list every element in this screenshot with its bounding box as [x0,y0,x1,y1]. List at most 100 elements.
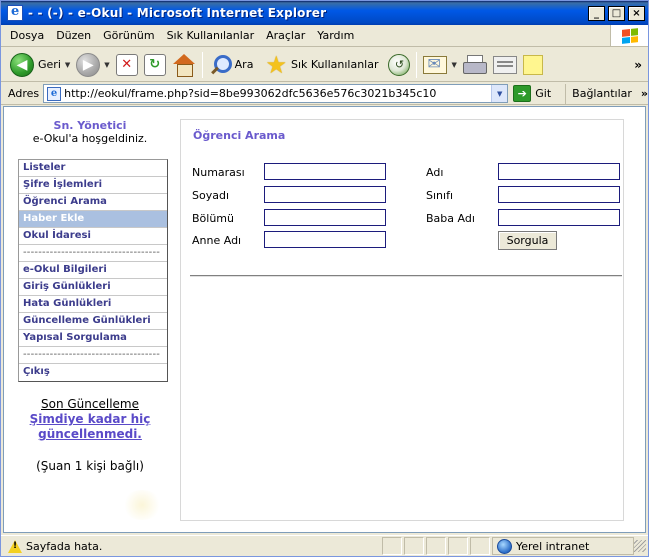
mail-button[interactable]: ▼ [420,50,459,80]
close-button[interactable]: × [628,5,645,21]
zone-label: Yerel intranet [516,539,590,553]
sidebar-item-ogrenci-arama[interactable]: Öğrenci Arama [19,194,167,211]
last-update-link[interactable]: Şimdiye kadar hiç güncellenmedi. [4,412,176,442]
sidebar-item-e-okul-bilgileri[interactable]: e-Okul Bilgileri [19,262,167,279]
status-bar: Sayfada hata. Yerel intranet [1,535,648,556]
forward-button[interactable]: ▶ ▼ [73,50,112,80]
menu-araclar[interactable]: Araçlar [260,29,311,42]
status-cell [404,537,424,555]
print-button[interactable] [460,50,490,80]
toolbar: ◀ Geri ▼ ▶ ▼ ✕ ↻ Ara ★ Sık Kullanılanlar… [1,48,648,82]
status-cell [470,537,490,555]
sidebar-item-cikis[interactable]: Çıkış [19,364,167,381]
go-label: Git [535,87,552,100]
bolum-label: Bölümü [192,212,234,225]
printer-icon [462,54,487,75]
stop-icon: ✕ [115,53,138,76]
ie-icon [7,4,23,21]
page-title: Öğrenci Arama [193,129,286,142]
sidebar-item-hata-gunlukleri[interactable]: Hata Günlükleri [19,296,167,313]
online-users-text: (Şuan 1 kişi bağlı) [36,459,144,473]
sidebar-item-okul-idaresi[interactable]: Okul İdaresi [19,228,167,245]
sidebar-separator: ------------------------------------ [19,245,167,262]
sinif-input[interactable] [498,186,620,203]
numara-label: Numarası [192,166,245,179]
sidebar-menu: Listeler Şifre İşlemleri Öğrenci Arama H… [18,159,168,382]
note-icon [522,54,543,75]
status-cell [426,537,446,555]
last-update-line-1: Şimdiye kadar hiç [29,412,151,426]
search-button[interactable]: Ara [206,50,257,80]
address-label: Adres [8,87,40,100]
minimize-button[interactable]: _ [588,5,605,21]
security-zone: Yerel intranet [492,537,634,555]
sorgula-button[interactable]: Sorgula [498,231,557,250]
browser-window: - - (-) - e-Okul - Microsoft Internet Ex… [0,0,649,557]
refresh-button[interactable]: ↻ [141,50,169,80]
back-arrow-icon: ◀ [10,52,34,77]
baba-input[interactable] [498,209,620,226]
page-content: Sn. Yönetici e-Okul'a hoşgeldiniz. Liste… [3,106,646,533]
address-dropdown-icon[interactable]: ▼ [491,85,508,102]
title-bar[interactable]: - - (-) - e-Okul - Microsoft Internet Ex… [1,1,648,25]
divider [190,275,622,277]
status-cell [448,537,468,555]
toolbar-separator [201,51,203,78]
home-button[interactable] [169,50,199,80]
sidebar-item-sifre-islemleri[interactable]: Şifre İşlemleri [19,177,167,194]
star-icon: ★ [265,50,287,79]
mail-icon [423,54,448,74]
stop-button[interactable]: ✕ [113,50,141,80]
history-button[interactable]: ↺ [385,50,413,80]
sidebar-item-listeler[interactable]: Listeler [19,160,167,177]
soyad-input[interactable] [264,186,386,203]
address-field[interactable]: e http://eokul/frame.php?sid=8be993062df… [43,84,509,103]
address-bar: Adres e http://eokul/frame.php?sid=8be99… [1,83,648,105]
back-button[interactable]: ◀ Geri ▼ [7,50,73,80]
last-update-title: Son Güncelleme [41,397,139,411]
ad-label: Adı [426,166,444,179]
address-url[interactable]: http://eokul/frame.php?sid=8be993062dfc5… [64,87,491,100]
toolbar-overflow-icon[interactable]: » [634,58,642,72]
edit-button[interactable] [490,50,520,80]
sidebar-item-giris-gunlukleri[interactable]: Giriş Günlükleri [19,279,167,296]
numara-input[interactable] [264,163,386,180]
soyad-label: Soyadı [192,189,230,202]
home-icon [172,53,196,77]
go-button[interactable]: ➔ Git [513,85,551,102]
welcome-text: e-Okul'a hoşgeldiniz. [32,132,148,145]
toolbar-separator [416,51,418,78]
sidebar-separator: ------------------------------------ [19,347,167,364]
resize-grip-icon[interactable] [634,540,646,552]
status-text: Sayfada hata. [26,539,103,553]
status-cell [382,537,402,555]
sidebar-item-haber-ekle[interactable]: Haber Ekle [19,211,167,228]
history-icon: ↺ [388,53,411,76]
bolum-input[interactable] [264,209,386,226]
sidebar-item-yapisal-sorgulama[interactable]: Yapısal Sorgulama [19,330,167,347]
maximize-button[interactable]: □ [608,5,625,21]
menu-duzen[interactable]: Düzen [50,29,97,42]
menu-gorunum[interactable]: Görünüm [97,29,160,42]
edit-icon [492,55,517,74]
links-button[interactable]: Bağlantılar » [565,83,648,104]
admin-title: Sn. Yönetici [53,119,127,132]
forward-dropdown-icon[interactable]: ▼ [104,61,109,69]
baba-label: Baba Adı [426,212,475,225]
anne-input[interactable] [264,231,386,248]
search-label: Ara [234,58,254,71]
sidebar-item-guncelleme-gunlukleri[interactable]: Güncelleme Günlükleri [19,313,167,330]
refresh-icon: ↻ [143,53,166,76]
left-panel: Sn. Yönetici e-Okul'a hoşgeldiniz. Liste… [4,107,176,532]
mail-dropdown-icon[interactable]: ▼ [451,61,456,69]
favorites-button[interactable]: ★ Sık Kullanılanlar [262,50,381,80]
links-overflow-icon[interactable]: » [641,87,648,100]
ad-input[interactable] [498,163,620,180]
menu-yardim[interactable]: Yardım [311,29,360,42]
messenger-button[interactable] [520,50,546,80]
menu-sik-kullanilanlar[interactable]: Sık Kullanılanlar [161,29,261,42]
warning-icon[interactable] [8,539,22,553]
back-dropdown-icon[interactable]: ▼ [65,61,70,69]
window-title: - - (-) - e-Okul - Microsoft Internet Ex… [28,6,327,20]
menu-dosya[interactable]: Dosya [1,29,50,42]
